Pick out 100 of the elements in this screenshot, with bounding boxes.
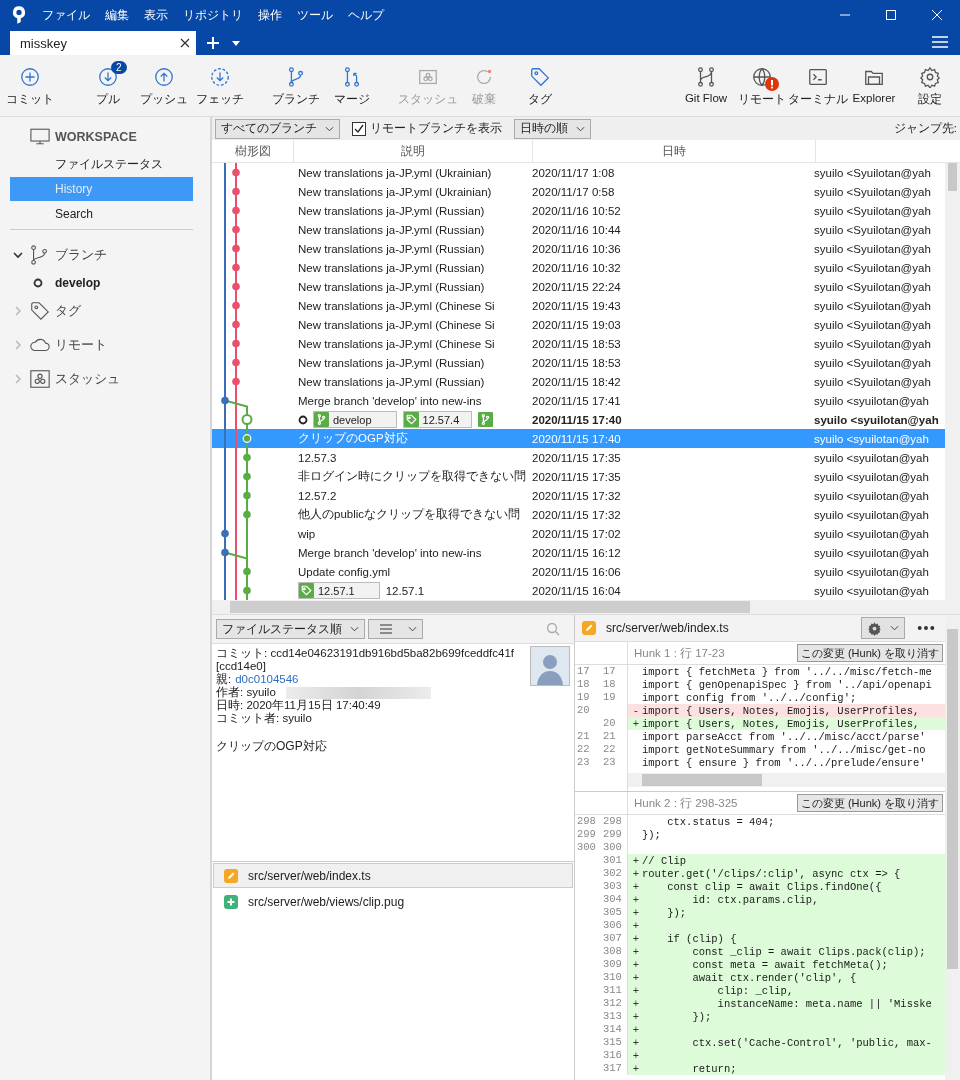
settings-dropdown[interactable]	[861, 617, 905, 639]
commit-row[interactable]: New translations ja-JP.yml (Russian) 2020/11/16 10:52 syuilo <Syuilotan@yah	[212, 201, 945, 220]
commit-row[interactable]: New translations ja-JP.yml (Russian) 2020/11/16 10:36 syuilo <Syuilotan@yah	[212, 239, 945, 258]
vertical-scrollbar[interactable]	[945, 615, 960, 1080]
toolbar-button[interactable]: ターミナル	[790, 57, 846, 114]
commit-date: 2020/11/15 16:06	[532, 565, 622, 578]
commit-message: New translations ja-JP.yml (Russian)	[298, 223, 485, 236]
toolbar-button[interactable]: タグ	[512, 57, 568, 114]
commit-row[interactable]: New translations ja-JP.yml (Russian) 2020/11/15 18:42 syuilo <Syuilotan@yah	[212, 372, 945, 391]
line-number: 309	[602, 958, 623, 971]
commit-row[interactable]: New translations ja-JP.yml (Chinese Si 2020/11/15 19:03 syuilo <Syuilotan@yah	[212, 315, 945, 334]
commit-message: New translations ja-JP.yml (Russian)	[298, 261, 485, 274]
sort-dropdown[interactable]: 日時の順	[514, 118, 591, 139]
chevron-right-icon[interactable]	[13, 340, 23, 350]
caret-icon[interactable]	[232, 41, 240, 46]
column-header[interactable]: 日時	[533, 140, 816, 162]
view-mode-dropdown[interactable]	[368, 619, 423, 639]
branch-filter-dropdown[interactable]: すべてのブランチ	[215, 118, 340, 139]
commit-row[interactable]: Update config.yml 2020/11/15 16:06 syuilo <syuilotan@yah	[212, 562, 945, 581]
commit-row[interactable]: New translations ja-JP.yml (Ukrainian) 2020/11/17 0:58 syuilo <Syuilotan@yah	[212, 182, 945, 201]
commit-row[interactable]: 12.57.1 12.57.1 2020/11/15 16:04 syuilo <syuilotan@yah	[212, 581, 945, 600]
line-number: 300	[602, 841, 623, 854]
pencil-icon	[224, 868, 238, 883]
upload-icon	[153, 65, 175, 88]
commit-row[interactable]: Merge branch 'develop' into new-ins 2020/11/15 16:12 syuilo <syuilotan@yah	[212, 543, 945, 562]
toolbar-button[interactable]: 2 プル	[80, 57, 136, 114]
menu-item[interactable]: 表示	[144, 6, 168, 24]
diff-marker: +	[632, 1010, 640, 1023]
discard-hunk-button[interactable]: この変更 (Hunk) を取り消す	[796, 794, 943, 812]
branch-label[interactable]: develop	[313, 411, 397, 428]
horizontal-scrollbar[interactable]	[628, 773, 945, 787]
menu-item[interactable]: ファイル	[42, 6, 90, 24]
column-header[interactable]: 説明	[294, 140, 533, 162]
discard-hunk-button[interactable]: この変更 (Hunk) を取り消す	[796, 644, 943, 662]
chevron-down-icon[interactable]	[13, 250, 23, 260]
commit-row[interactable]: wip 2020/11/15 17:02 syuilo <syuilotan@yah	[212, 524, 945, 543]
horizontal-scrollbar[interactable]	[212, 600, 960, 615]
menu-item[interactable]: ツール	[297, 6, 333, 24]
chevron-right-icon[interactable]	[13, 374, 23, 384]
tag-label[interactable]: 12.57.4	[402, 411, 473, 428]
commit-row[interactable]: 12.57.3 2020/11/15 17:35 syuilo <syuilotan@yah	[212, 448, 945, 467]
commit-row[interactable]: New translations ja-JP.yml (Russian) 2020/11/16 10:32 syuilo <Syuilotan@yah	[212, 258, 945, 277]
commit-row[interactable]: New translations ja-JP.yml (Chinese Si 2020/11/15 18:53 syuilo <Syuilotan@yah	[212, 334, 945, 353]
file-sort-dropdown[interactable]: ファイルステータス順	[216, 619, 365, 639]
commit-date: 2020/11/16 10:32	[532, 261, 622, 274]
checkbox-label[interactable]: リモートブランチを表示	[370, 121, 502, 136]
vertical-scrollbar[interactable]	[945, 163, 960, 600]
commit-row[interactable]: New translations ja-JP.yml (Russian) 2020/11/16 10:44 syuilo <Syuilotan@yah	[212, 220, 945, 239]
commit-row[interactable]: New translations ja-JP.yml (Russian) 2020/11/15 22:24 syuilo <Syuilotan@yah	[212, 277, 945, 296]
menu-icon[interactable]	[932, 36, 948, 48]
commit-message: New translations ja-JP.yml (Russian)	[298, 242, 485, 255]
commit-row[interactable]: 他人のpublicなクリップを取得できない問 2020/11/15 17:32 syuilo <syuilotan@yah	[212, 505, 945, 524]
menu-item[interactable]: 編集	[105, 6, 129, 24]
column-header[interactable]: 樹形図	[212, 140, 294, 162]
menu-item[interactable]: ヘルプ	[348, 6, 384, 24]
commit-date: 2020/11/15 17:41	[532, 394, 622, 407]
toolbar-button[interactable]: マージ	[324, 57, 380, 114]
globe-icon	[751, 65, 773, 88]
sidebar-section[interactable]: スタッシュ	[55, 370, 120, 388]
line-number: 311	[602, 984, 623, 997]
toolbar-button[interactable]: フェッチ	[192, 57, 248, 114]
branch-label[interactable]	[478, 412, 494, 427]
parent-link[interactable]: d0c0104546	[235, 673, 299, 685]
chevron-right-icon[interactable]	[13, 306, 23, 316]
checkbox[interactable]	[352, 121, 366, 136]
commit-row[interactable]: New translations ja-JP.yml (Russian) 2020/11/15 18:53 syuilo <Syuilotan@yah	[212, 353, 945, 372]
close-icon[interactable]	[180, 38, 190, 48]
code-line: import { ensure } from '../../prelude/ensure'	[642, 756, 926, 769]
toolbar-button[interactable]: コミット	[2, 57, 58, 114]
menu-item[interactable]: 操作	[258, 6, 282, 24]
toolbar-button[interactable]: プッシュ	[136, 57, 192, 114]
plus-icon[interactable]	[206, 36, 220, 50]
branch-item[interactable]: develop	[55, 276, 101, 290]
maximize-icon[interactable]	[885, 9, 897, 21]
tag-label[interactable]: 12.57.1	[298, 582, 380, 599]
menu-item[interactable]: リポジトリ	[183, 6, 243, 24]
toolbar-button[interactable]: Git Flow	[678, 57, 734, 114]
diff-marker: +	[632, 854, 640, 867]
search-icon[interactable]	[546, 622, 560, 636]
sidebar-section[interactable]: リモート	[55, 336, 107, 354]
toolbar-button[interactable]: リモート	[734, 57, 790, 114]
file-row[interactable]: src/server/web/views/clip.pug	[213, 889, 573, 914]
sidebar-item[interactable]: Search	[10, 202, 193, 226]
sidebar-item[interactable]: ファイルステータス	[10, 152, 193, 176]
sidebar-section[interactable]: タグ	[55, 302, 81, 320]
commit-row[interactable]: New translations ja-JP.yml (Chinese Si 2020/11/15 19:43 syuilo <Syuilotan@yah	[212, 296, 945, 315]
toolbar-button[interactable]: ブランチ	[268, 57, 324, 114]
diff-marker: -	[632, 704, 640, 717]
sidebar-section[interactable]: ブランチ	[55, 246, 107, 264]
commit-message: New translations ja-JP.yml (Russian)	[298, 356, 485, 369]
commit-row[interactable]: Merge branch 'develop' into new-ins 2020/11/15 17:41 syuilo <syuilotan@yah	[212, 391, 945, 410]
repository-tab[interactable]: misskey	[10, 31, 196, 55]
commit-row[interactable]: New translations ja-JP.yml (Ukrainian) 2020/11/17 1:08 syuilo <Syuilotan@yah	[212, 163, 945, 182]
detail-line: 作者: syuilo	[216, 686, 276, 698]
more-icon[interactable]	[917, 625, 935, 631]
file-row[interactable]: src/server/web/index.ts	[213, 863, 573, 888]
commit-row[interactable]: 12.57.2 2020/11/15 17:32 syuilo <syuilotan@yah	[212, 486, 945, 505]
commit-row[interactable]: develop 12.57.4 2020/11/15 17:40 syuilo <syuilotan@yah	[212, 410, 945, 429]
commit-row[interactable]: 非ログイン時にクリップを取得できない問 2020/11/15 17:35 syuilo <syuilotan@yah	[212, 467, 945, 486]
toolbar-button[interactable]: 設定	[902, 57, 958, 114]
